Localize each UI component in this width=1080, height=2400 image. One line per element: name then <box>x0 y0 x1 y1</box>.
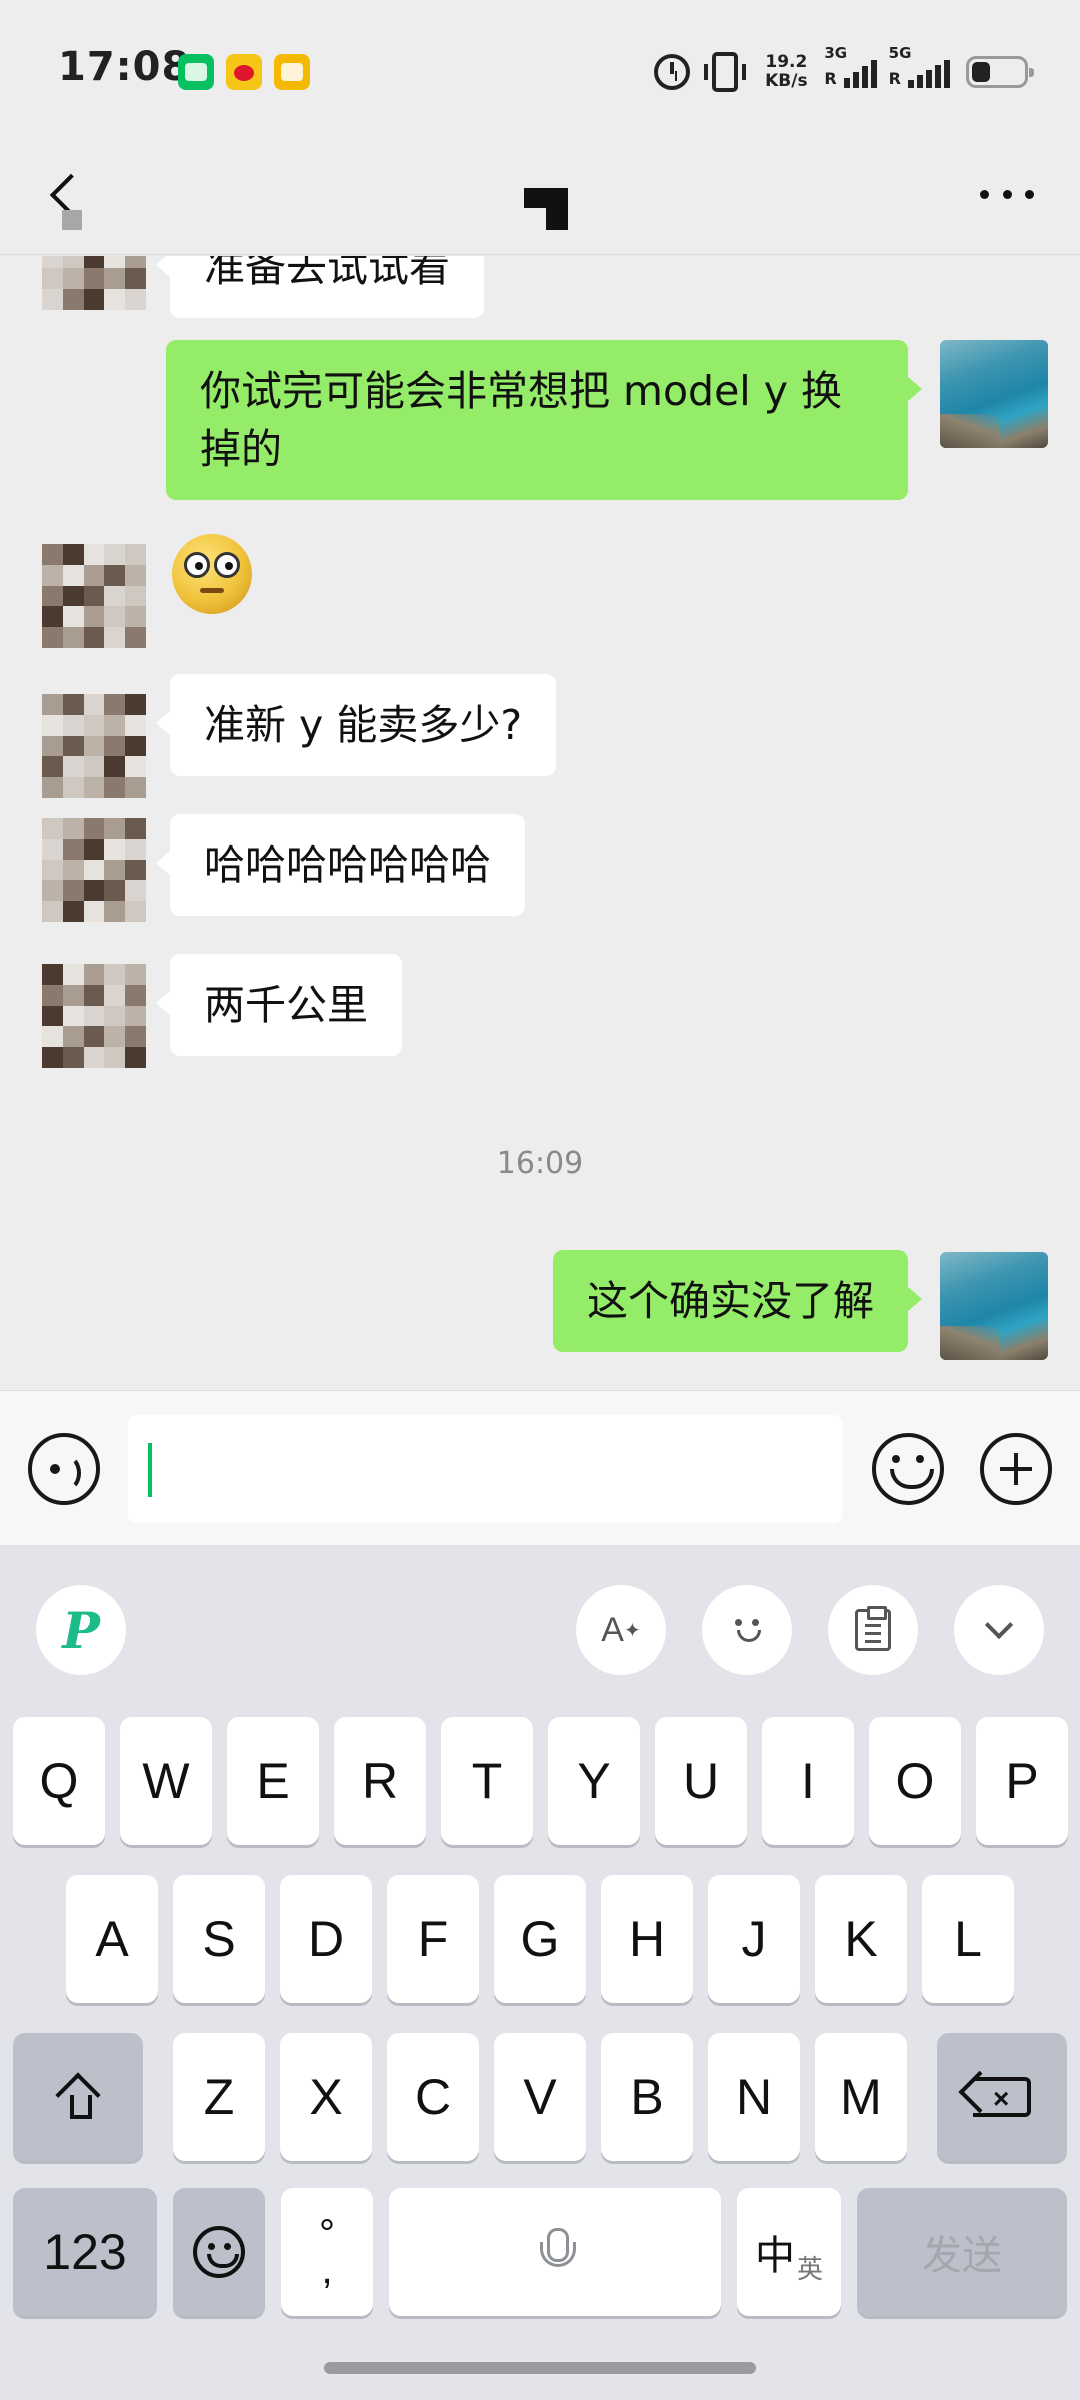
my-avatar[interactable] <box>940 1252 1048 1360</box>
message-bubble-incoming[interactable]: 哈哈哈哈哈哈哈 <box>156 814 525 916</box>
key-u[interactable]: U <box>655 1717 747 1845</box>
backspace-icon: × <box>973 2077 1031 2117</box>
keyboard-brand-icon[interactable]: P <box>36 1585 126 1675</box>
input-bar <box>0 1390 1080 1545</box>
wechat-notification-icon <box>178 54 214 90</box>
contact-avatar[interactable] <box>42 544 146 648</box>
space-key[interactable] <box>389 2188 721 2316</box>
message-timestamp: 16:09 <box>496 1146 584 1181</box>
microphone-icon <box>535 2228 576 2276</box>
key-s[interactable]: S <box>173 1875 265 2003</box>
key-v[interactable]: V <box>494 2033 586 2161</box>
voice-input-icon[interactable] <box>28 1433 100 1505</box>
key-p[interactable]: P <box>976 1717 1068 1845</box>
status-bar: 17:08 19.2 KB/s 3G R 5G R <box>0 0 1080 140</box>
key-l[interactable]: L <box>922 1875 1014 2003</box>
message-input[interactable] <box>128 1415 842 1523</box>
key-c[interactable]: C <box>387 2033 479 2161</box>
emoji-key[interactable] <box>173 2188 265 2316</box>
numbers-key[interactable]: 123 <box>13 2188 157 2316</box>
status-indicators: 19.2 KB/s 3G R 5G R <box>654 44 1034 96</box>
ai-writing-icon[interactable]: A ✦ <box>576 1585 666 1675</box>
signal-sim1-icon: 3G R <box>824 44 877 88</box>
delete-key[interactable]: × <box>937 2033 1067 2161</box>
chat-header <box>0 140 1080 255</box>
battery-icon <box>966 56 1034 88</box>
key-q[interactable]: Q <box>13 1717 105 1845</box>
keyboard: P A ✦ QWERTYUIOP ASDFGHJKL ZXCVBNM × 123 … <box>0 1545 1080 2400</box>
clipboard-icon[interactable] <box>828 1585 918 1675</box>
signal-sim2-icon: 5G R <box>889 44 950 88</box>
home-indicator[interactable] <box>324 2362 756 2374</box>
my-avatar[interactable] <box>940 340 1048 448</box>
back-badge <box>62 210 82 230</box>
message-list[interactable]: 准备去试试看 你试完可能会非常想把 model y 换掉的 准新 y 能卖多少?… <box>0 256 1080 1390</box>
language-switch-key[interactable]: 中英 <box>737 2188 841 2316</box>
weibo-notification-icon <box>226 54 262 90</box>
text-caret <box>148 1443 152 1497</box>
message-bubble-incoming[interactable]: 准备去试试看 <box>156 256 484 318</box>
message-bubble-outgoing[interactable]: 这个确实没了解 <box>553 1250 922 1352</box>
key-x[interactable]: X <box>280 2033 372 2161</box>
key-t[interactable]: T <box>441 1717 533 1845</box>
more-icon[interactable] <box>980 184 1034 204</box>
contact-avatar[interactable] <box>42 964 146 1068</box>
plus-icon[interactable] <box>980 1433 1052 1505</box>
network-speed: 19.2 KB/s <box>765 52 808 91</box>
message-bubble-incoming[interactable]: 准新 y 能卖多少? <box>155 674 557 776</box>
key-r[interactable]: R <box>334 1717 426 1845</box>
key-i[interactable]: I <box>762 1717 854 1845</box>
alarm-icon <box>654 54 691 90</box>
key-z[interactable]: Z <box>173 2033 265 2161</box>
key-h[interactable]: H <box>601 1875 693 2003</box>
contact-avatar[interactable] <box>42 256 146 310</box>
key-g[interactable]: G <box>494 1875 586 2003</box>
key-b[interactable]: B <box>601 2033 693 2161</box>
key-f[interactable]: F <box>387 1875 479 2003</box>
key-w[interactable]: W <box>120 1717 212 1845</box>
key-e[interactable]: E <box>227 1717 319 1845</box>
chat-title-redacted <box>524 188 568 230</box>
emoji-icon[interactable] <box>872 1433 944 1505</box>
key-y[interactable]: Y <box>548 1717 640 1845</box>
key-d[interactable]: D <box>280 1875 372 2003</box>
mail-notification-icon <box>274 54 310 90</box>
dizzy-face-sticker-icon[interactable] <box>172 534 252 614</box>
shift-icon <box>56 2075 100 2119</box>
collapse-keyboard-icon[interactable] <box>954 1585 1044 1675</box>
send-key[interactable]: 发送 <box>857 2188 1067 2316</box>
vibrate-icon <box>704 52 747 92</box>
contact-avatar[interactable] <box>42 694 146 798</box>
punctuation-key[interactable]: ° , <box>281 2188 373 2316</box>
message-bubble-incoming[interactable]: 两千公里 <box>156 954 402 1056</box>
key-m[interactable]: M <box>815 2033 907 2161</box>
smile-icon <box>193 2226 245 2278</box>
key-j[interactable]: J <box>708 1875 800 2003</box>
key-o[interactable]: O <box>869 1717 961 1845</box>
message-bubble-outgoing[interactable]: 你试完可能会非常想把 model y 换掉的 <box>166 340 922 500</box>
status-time: 17:08 <box>58 44 191 90</box>
key-n[interactable]: N <box>708 2033 800 2161</box>
contact-avatar[interactable] <box>42 818 146 922</box>
shift-key[interactable] <box>13 2033 143 2161</box>
emoji-face-icon[interactable] <box>702 1585 792 1675</box>
key-a[interactable]: A <box>66 1875 158 2003</box>
back-icon[interactable] <box>46 174 86 214</box>
key-k[interactable]: K <box>815 1875 907 2003</box>
